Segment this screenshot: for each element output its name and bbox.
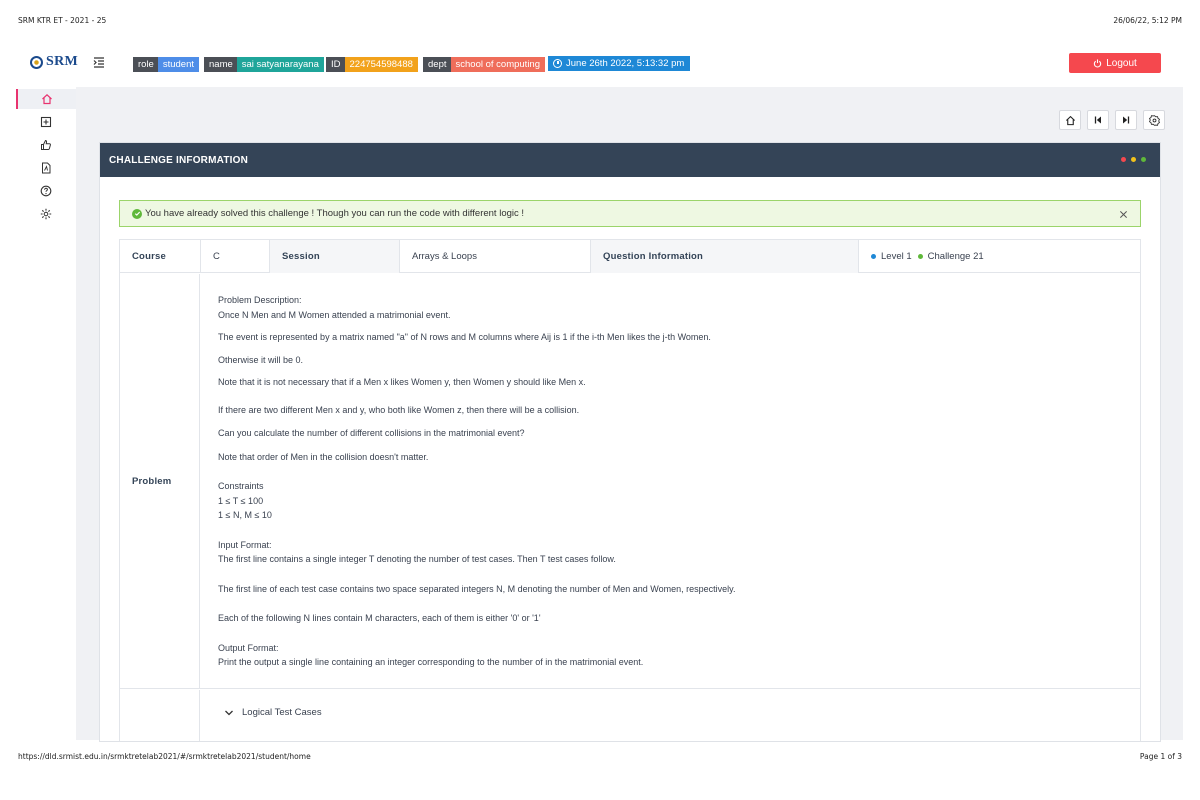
logout-label: Logout [1106, 57, 1137, 69]
top-bar: SRM role student name sai satyanarayana … [0, 48, 1200, 84]
print-footer-url: https://dld.srmist.edu.in/srmktretelab20… [18, 752, 311, 761]
datetime-text: June 26th 2022, 5:13:32 pm [566, 58, 685, 69]
desc-line: Output Format: [218, 642, 279, 653]
dept-value: school of computing [450, 57, 545, 72]
session-label: Session [270, 240, 399, 273]
desc-line: Note that order of Men in the collision … [218, 451, 429, 462]
desc-line: 1 ≤ N, M ≤ 10 [218, 510, 272, 520]
datetime-badge: June 26th 2022, 5:13:32 pm [548, 56, 691, 71]
logical-test-cases-toggle[interactable]: Logical Test Cases [224, 707, 322, 718]
id-key: ID [326, 57, 345, 72]
alert-text: You have already solved this challenge !… [145, 208, 525, 219]
clock-icon [553, 59, 562, 68]
sidebar-item-feedback[interactable] [16, 135, 76, 155]
name-key: name [204, 57, 237, 72]
print-footer-page: Page 1 of 3 [1139, 752, 1182, 761]
sidebar-item-reports[interactable] [16, 158, 76, 178]
question-info-label: Question Information [591, 240, 858, 273]
nav-home-button[interactable] [1059, 110, 1081, 130]
challenge-card: CHALLENGE INFORMATION You have already s… [99, 142, 1161, 742]
settings-badge-icon [1148, 114, 1160, 126]
desc-line: Problem Description: [218, 295, 302, 305]
solved-alert: You have already solved this challenge !… [119, 200, 1141, 227]
home-icon [42, 93, 52, 105]
menu-toggle-icon[interactable] [93, 56, 105, 68]
desc-line: Each of the following N lines contain M … [218, 613, 541, 623]
name-value: sai satyanarayana [236, 57, 324, 72]
challenge-nav [1059, 110, 1165, 130]
session-value: Arrays & Loops [412, 251, 477, 262]
sidebar-item-settings[interactable] [16, 204, 76, 224]
sidebar-item-home[interactable] [16, 89, 76, 109]
id-badge: ID 224754598488 [326, 57, 418, 72]
course-label: Course [132, 251, 166, 262]
nav-previous-button[interactable] [1087, 110, 1109, 130]
challenge-info-table: Course C Session Arrays & Loops Question… [119, 239, 1141, 741]
thumbs-up-icon [41, 139, 51, 150]
chevron-down-icon [225, 710, 233, 715]
desc-line: The first line of each test case contain… [218, 583, 736, 594]
print-header-title: SRM KTR ET - 2021 - 25 [18, 16, 107, 25]
pdf-file-icon [42, 162, 51, 174]
print-header: SRM KTR ET - 2021 - 25 26/06/22, 5:12 PM [18, 16, 1182, 28]
print-footer: https://dld.srmist.edu.in/srmktretelab20… [18, 752, 1182, 764]
problem-label: Problem [120, 274, 200, 689]
level-text: Level 1 [881, 251, 912, 262]
red-dot [1121, 157, 1126, 162]
logo-text: SRM [46, 54, 79, 69]
role-value: student [157, 57, 200, 72]
challenge-dot [917, 254, 923, 259]
nav-next-button[interactable] [1115, 110, 1137, 130]
desc-line: 1 ≤ T ≤ 100 [218, 495, 264, 506]
problem-row: Problem Problem Description: Once N Men … [120, 274, 1140, 689]
srm-logo[interactable]: SRM [30, 53, 78, 71]
sidebar-item-add[interactable] [16, 112, 76, 132]
desc-line: If there are two different Men x and y, … [218, 404, 580, 415]
home-icon [1065, 115, 1075, 125]
dept-badge: dept school of computing [423, 57, 545, 72]
role-key: role [133, 57, 158, 72]
card-header: CHALLENGE INFORMATION [100, 143, 1160, 177]
course-value: C [213, 251, 220, 262]
skip-back-icon [1094, 116, 1101, 124]
logout-button[interactable]: Logout [1069, 53, 1161, 73]
desc-line: Constraints [218, 481, 264, 491]
desc-line: Note that it is not necessary that if a … [218, 377, 586, 387]
logical-test-cases-label: Logical Test Cases [242, 707, 322, 718]
desc-line: The event is represented by a matrix nam… [218, 332, 711, 342]
dept-key: dept [423, 57, 451, 72]
sidebar-item-help[interactable] [16, 181, 76, 201]
card-title: CHALLENGE INFORMATION [109, 154, 249, 166]
logo-emblem-icon [30, 55, 43, 69]
check-circle-icon [132, 208, 142, 219]
logical-test-cases-row: Logical Test Cases [120, 690, 1140, 741]
sidebar [16, 87, 76, 232]
level-dot [871, 254, 876, 259]
name-badge: name sai satyanarayana [204, 57, 324, 72]
yellow-dot [1131, 157, 1136, 162]
skip-forward-icon [1123, 116, 1130, 124]
info-row: Course C Session Arrays & Loops Question… [120, 240, 1140, 273]
desc-line: Print the output a single line containin… [218, 657, 644, 667]
plus-square-icon [40, 116, 52, 128]
green-dot [1141, 157, 1146, 162]
window-dots [1121, 157, 1146, 162]
problem-description: Problem Description: Once N Men and M Wo… [218, 293, 1118, 670]
id-value: 224754598488 [344, 57, 418, 72]
role-badge: role student [133, 57, 200, 72]
challenge-text: Challenge 21 [927, 251, 984, 262]
help-circle-icon [40, 185, 52, 197]
desc-line: The first line contains a single integer… [218, 554, 616, 564]
desc-line: Otherwise it will be 0. [218, 354, 304, 365]
nav-settings-button[interactable] [1143, 110, 1165, 130]
desc-line: Input Format: [218, 539, 272, 550]
gear-icon [40, 208, 52, 220]
close-icon[interactable] [1116, 207, 1130, 221]
level-info: Level 1 Challenge 21 [859, 240, 1140, 273]
power-icon [1094, 58, 1102, 67]
desc-line: Can you calculate the number of differen… [218, 428, 525, 438]
desc-line: Once N Men and M Women attended a matrim… [218, 309, 451, 320]
print-header-date: 26/06/22, 5:12 PM [1113, 16, 1182, 25]
